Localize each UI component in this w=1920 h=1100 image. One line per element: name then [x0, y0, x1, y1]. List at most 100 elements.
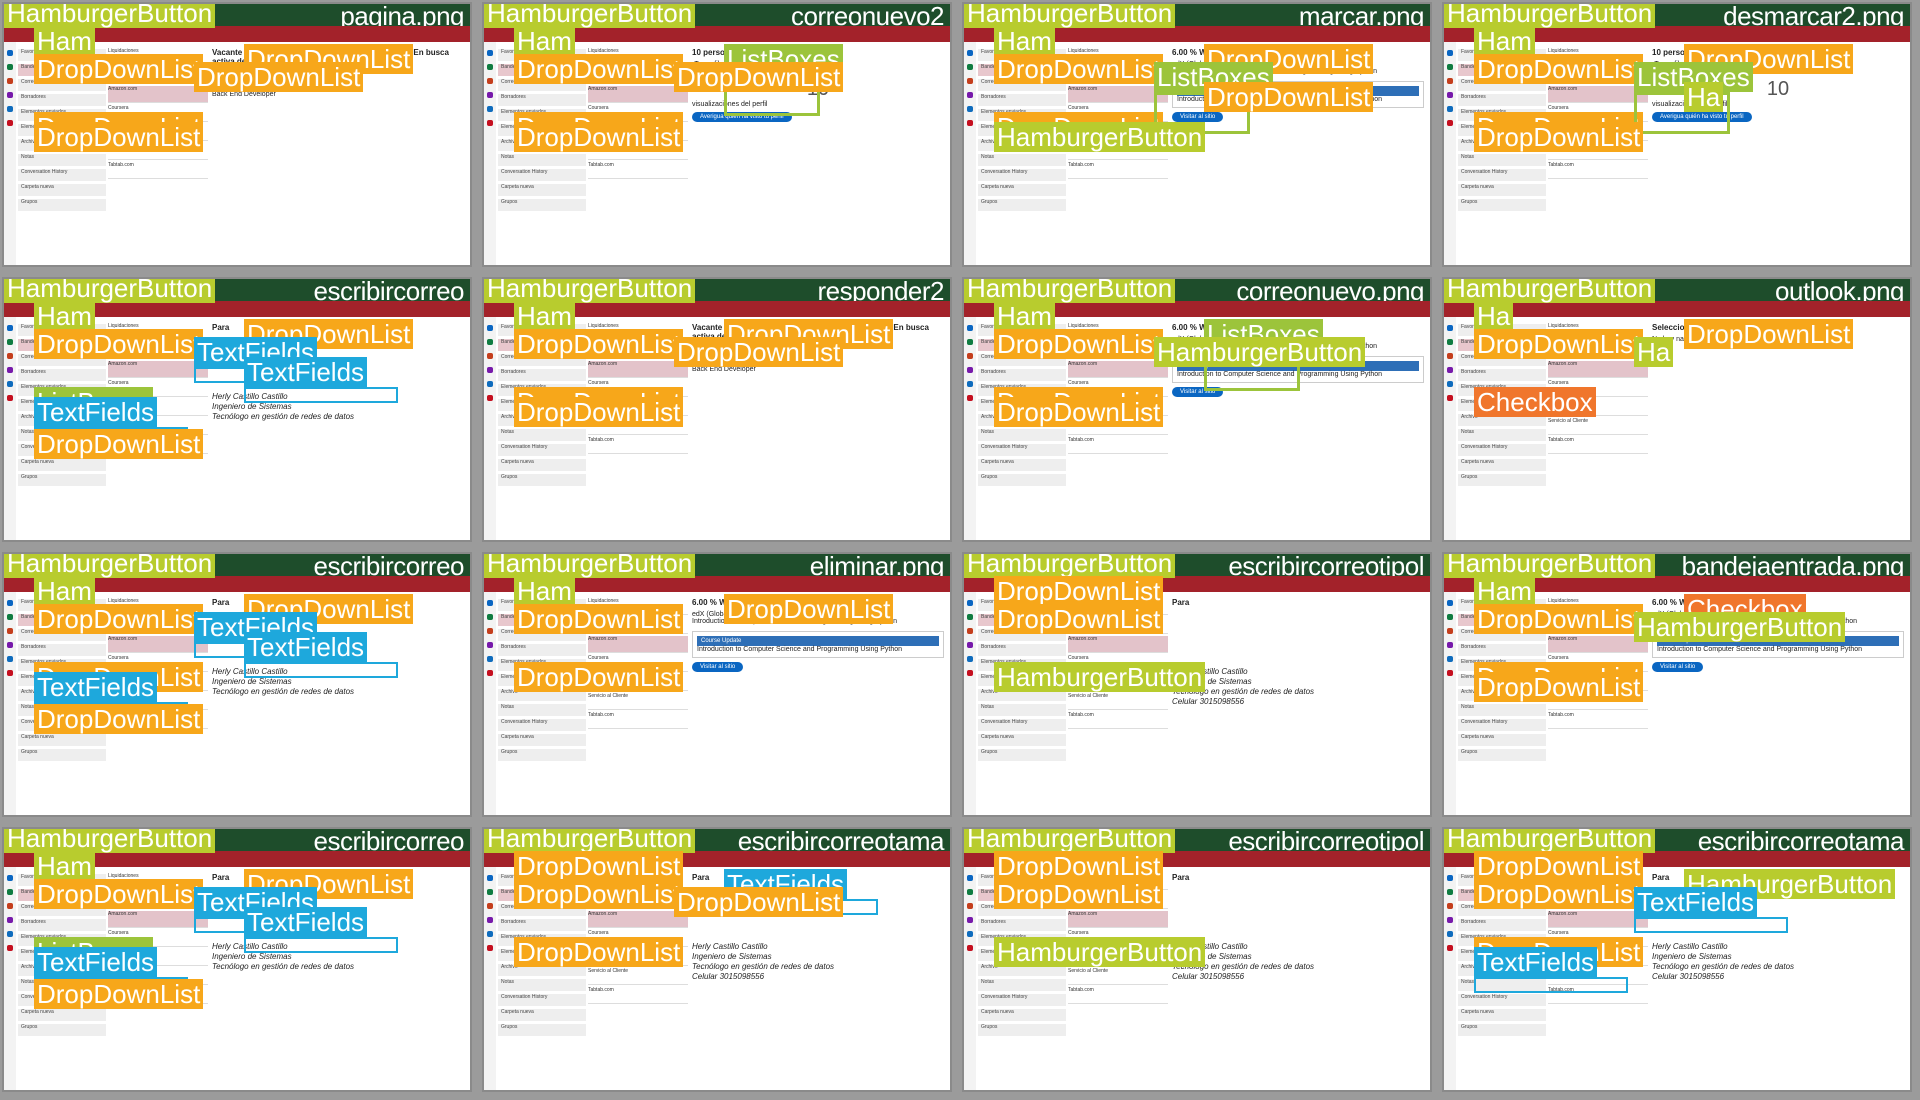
folder-item[interactable]: Notas: [978, 429, 1066, 441]
message-item[interactable]: Amazon.com: [108, 86, 208, 103]
folder-item[interactable]: Notas: [498, 154, 586, 166]
folder-item[interactable]: Carpeta nueva: [978, 1009, 1066, 1021]
app-rail-icon[interactable]: [1447, 325, 1453, 331]
app-rail-icon[interactable]: [1447, 106, 1453, 112]
app-rail-icon[interactable]: [1447, 903, 1453, 909]
folder-item[interactable]: Carpeta nueva: [498, 1009, 586, 1021]
app-rail-icon[interactable]: [7, 325, 13, 331]
app-rail-icon[interactable]: [1447, 367, 1453, 373]
message-item[interactable]: Servicio al Cliente: [1548, 418, 1648, 435]
app-rail-icon[interactable]: [7, 78, 13, 84]
message-item[interactable]: Amazon.com: [1548, 86, 1648, 103]
app-rail-icon[interactable]: [1447, 656, 1453, 662]
app-rail-icon[interactable]: [1447, 917, 1453, 923]
message-item[interactable]: Amazon.com: [1068, 86, 1168, 103]
message-item[interactable]: Tabtab.com: [588, 162, 688, 179]
app-rail-icon[interactable]: [7, 395, 13, 401]
job-listing[interactable]: Back End Developer: [212, 91, 464, 98]
app-rail-icon[interactable]: [7, 614, 13, 620]
folder-item[interactable]: Borradores: [978, 369, 1066, 381]
folder-item[interactable]: Grupos: [978, 474, 1066, 486]
job-listing[interactable]: Back End Developer: [692, 366, 944, 373]
app-rail-icon[interactable]: [967, 78, 973, 84]
message-item[interactable]: Tabtab.com: [1548, 437, 1648, 454]
folder-item[interactable]: Carpeta nueva: [978, 734, 1066, 746]
message-item[interactable]: Servicio al Cliente: [588, 693, 688, 710]
app-rail-icon[interactable]: [1447, 945, 1453, 951]
app-rail-icon[interactable]: [1447, 670, 1453, 676]
app-rail-icon[interactable]: [1447, 64, 1453, 70]
message-item[interactable]: Tabtab.com: [1068, 437, 1168, 454]
app-rail-icon[interactable]: [487, 670, 493, 676]
app-rail-icon[interactable]: [7, 945, 13, 951]
folder-item[interactable]: Carpeta nueva: [1458, 1009, 1546, 1021]
app-rail-icon[interactable]: [7, 889, 13, 895]
folder-item[interactable]: Borradores: [1458, 369, 1546, 381]
app-rail-icon[interactable]: [7, 339, 13, 345]
folder-item[interactable]: Grupos: [978, 1024, 1066, 1036]
app-rail-icon[interactable]: [1447, 600, 1453, 606]
folder-item[interactable]: Grupos: [498, 474, 586, 486]
app-rail-icon[interactable]: [967, 367, 973, 373]
message-item[interactable]: Amazon.com: [1548, 361, 1648, 378]
folder-item[interactable]: Grupos: [1458, 1024, 1546, 1036]
app-rail-icon[interactable]: [7, 903, 13, 909]
message-item[interactable]: Amazon.com: [588, 361, 688, 378]
folder-item[interactable]: Borradores: [978, 94, 1066, 106]
app-rail-icon[interactable]: [967, 670, 973, 676]
message-item[interactable]: Tabtab.com: [588, 712, 688, 729]
message-item[interactable]: Tabtab.com: [1548, 162, 1648, 179]
app-rail-icon[interactable]: [7, 367, 13, 373]
folder-item[interactable]: Carpeta nueva: [1458, 184, 1546, 196]
folder-item[interactable]: Borradores: [498, 919, 586, 931]
folder-item[interactable]: Notas: [1458, 154, 1546, 166]
folder-item[interactable]: Borradores: [1458, 644, 1546, 656]
app-rail-icon[interactable]: [487, 656, 493, 662]
app-rail-icon[interactable]: [487, 50, 493, 56]
folder-item[interactable]: Carpeta nueva: [18, 1009, 106, 1021]
folder-item[interactable]: Grupos: [18, 1024, 106, 1036]
app-rail-icon[interactable]: [967, 889, 973, 895]
app-rail-icon[interactable]: [487, 120, 493, 126]
folder-item[interactable]: Grupos: [1458, 474, 1546, 486]
folder-item[interactable]: Grupos: [18, 199, 106, 211]
folder-item[interactable]: Conversation History: [978, 994, 1066, 1006]
message-item[interactable]: Amazon.com: [1548, 911, 1648, 928]
app-rail-icon[interactable]: [7, 875, 13, 881]
app-rail-icon[interactable]: [1447, 614, 1453, 620]
message-item[interactable]: Tabtab.com: [1068, 987, 1168, 1004]
app-rail-icon[interactable]: [967, 353, 973, 359]
app-rail-icon[interactable]: [1447, 353, 1453, 359]
app-rail-icon[interactable]: [7, 381, 13, 387]
app-rail-icon[interactable]: [7, 106, 13, 112]
message-item[interactable]: Amazon.com: [1548, 636, 1648, 653]
app-rail-icon[interactable]: [967, 628, 973, 634]
folder-item[interactable]: Notas: [978, 704, 1066, 716]
app-rail-icon[interactable]: [487, 353, 493, 359]
folder-item[interactable]: Borradores: [498, 369, 586, 381]
message-item[interactable]: Amazon.com: [588, 911, 688, 928]
app-rail-icon[interactable]: [1447, 931, 1453, 937]
message-item[interactable]: Tabtab.com: [108, 162, 208, 179]
app-rail-icon[interactable]: [487, 78, 493, 84]
app-rail-icon[interactable]: [7, 600, 13, 606]
folder-item[interactable]: Grupos: [498, 1024, 586, 1036]
app-rail-icon[interactable]: [487, 903, 493, 909]
app-rail-icon[interactable]: [1447, 381, 1453, 387]
app-rail-icon[interactable]: [967, 931, 973, 937]
folder-item[interactable]: Conversation History: [1458, 444, 1546, 456]
folder-item[interactable]: Notas: [1458, 704, 1546, 716]
app-rail-icon[interactable]: [7, 628, 13, 634]
app-rail-icon[interactable]: [967, 600, 973, 606]
message-item[interactable]: Amazon.com: [588, 86, 688, 103]
app-rail-icon[interactable]: [1447, 339, 1453, 345]
folder-item[interactable]: Borradores: [1458, 919, 1546, 931]
app-rail-icon[interactable]: [487, 875, 493, 881]
app-rail-icon[interactable]: [1447, 889, 1453, 895]
app-rail-icon[interactable]: [967, 917, 973, 923]
folder-item[interactable]: Conversation History: [1458, 994, 1546, 1006]
app-rail-icon[interactable]: [487, 889, 493, 895]
folder-item[interactable]: Grupos: [18, 749, 106, 761]
app-rail-icon[interactable]: [487, 917, 493, 923]
message-item[interactable]: Amazon.com: [108, 361, 208, 378]
